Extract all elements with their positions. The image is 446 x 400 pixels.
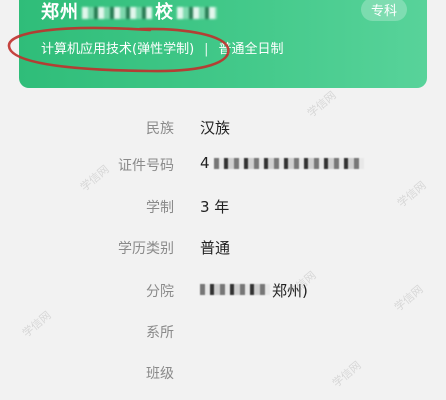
study-mode: 普通全日制 [218,42,284,57]
enrollment-header-card: 郑州 校 专科 计算机应用技术(弹性学制) | 普通全日制 [19,0,427,88]
field-label: 学历类别 [118,241,174,257]
field-value: 汉族 [200,119,231,137]
redacted-branch-name [200,284,270,295]
field-label: 分院 [146,284,174,300]
redacted-school-name [82,7,152,19]
school-name-mid: 校 [155,2,174,23]
field-row-category: 学历类别 普通 [0,234,446,260]
field-label: 民族 [146,121,174,137]
field-label: 班级 [146,366,174,382]
field-value: 郑州) [272,282,308,300]
school-name: 郑州 校 [41,0,220,24]
field-label: 证件号码 [118,158,174,174]
redacted-school-name-tail [177,7,217,19]
field-row-department: 系所 [0,318,446,344]
field-label: 学制 [146,200,174,216]
student-record-page: 学信网 学信网 学信网 学信网 学信网 学信网 学信网 郑州校 专科 计算机应用… [0,0,446,400]
major-line: 计算机应用技术(弹性学制) | 普通全日制 [41,38,284,57]
redacted-id-number [214,158,364,169]
field-row-ethnicity: 民族 汉族 [0,114,446,140]
field-label: 系所 [146,325,174,341]
major-name: 计算机应用技术(弹性学制) [41,42,195,57]
education-level-badge: 专科 [360,0,407,21]
separator: | [204,42,209,57]
field-row-branch: 分院 郑州) [0,277,446,303]
school-name-prefix: 郑州 [41,2,79,23]
field-value: 普通 [200,239,231,257]
field-value: 3 年 [200,198,230,216]
field-row-id-number: 证件号码 4 [0,151,446,177]
field-value: 4 [200,154,210,172]
field-row-class: 班级 [0,359,446,385]
field-row-duration: 学制 3 年 [0,193,446,219]
